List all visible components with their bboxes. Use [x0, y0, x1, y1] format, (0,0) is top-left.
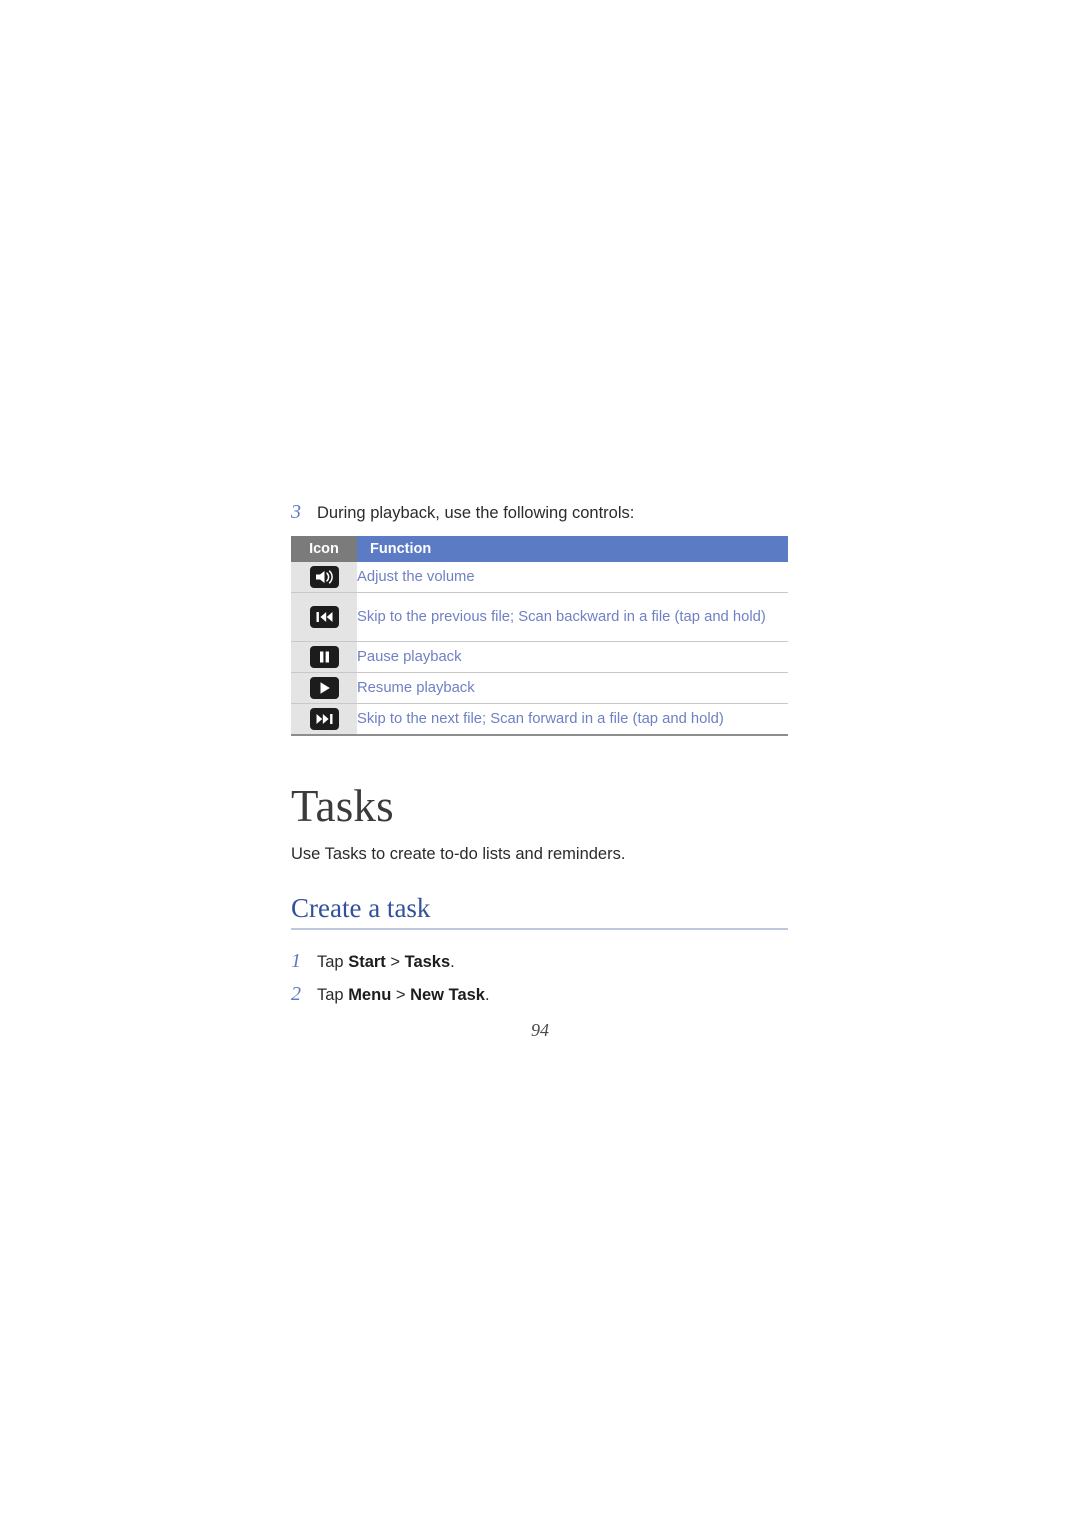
volume-speaker-icon [309, 566, 339, 589]
section-intro-text: Use Tasks to create to-do lists and remi… [291, 844, 626, 863]
pause-icon [309, 646, 339, 669]
step-suffix: . [450, 953, 455, 972]
step-text: Tap Menu > New Task. [317, 984, 490, 1006]
skip-next-icon [309, 708, 339, 731]
icon-cell [291, 641, 357, 673]
table-header-row: Icon Function [291, 536, 788, 563]
step-separator: > [391, 985, 411, 1004]
icon-cell [291, 562, 357, 593]
skip-previous-icon [309, 606, 339, 629]
step-text: During playback, use the following contr… [317, 504, 635, 522]
step-number: 3 [291, 501, 301, 523]
step-bold-start: Start [348, 953, 386, 972]
section-heading-tasks: Tasks [291, 781, 394, 832]
function-cell: Adjust the volume [357, 562, 788, 593]
step-bold-tasks: Tasks [404, 953, 451, 972]
playback-controls-table: Icon Function Adjust the volume Skip to … [291, 536, 788, 737]
table-row: Skip to the previous file; Scan backward… [291, 592, 788, 642]
page-content: 3 During playback, use the following con… [291, 500, 788, 1014]
step-number: 1 [291, 950, 301, 973]
play-icon [309, 677, 339, 700]
function-cell: Pause playback [357, 641, 788, 673]
step-prefix: Tap [317, 953, 349, 972]
table-row: Pause playback [291, 641, 788, 673]
step-number: 2 [291, 982, 301, 1005]
step-prefix: Tap [317, 985, 349, 1004]
create-task-steps: 1 Tap Start > Tasks. 2 Tap Menu > New Ta… [291, 949, 788, 1006]
step-bold-menu: Menu [348, 985, 392, 1004]
manual-page: 3 During playback, use the following con… [0, 0, 1080, 1528]
function-cell: Skip to the previous file; Scan backward… [357, 592, 788, 642]
table-row: Adjust the volume [291, 562, 788, 593]
icon-cell [291, 592, 357, 642]
icon-cell [291, 703, 357, 736]
step-separator: > [385, 953, 405, 972]
icon-cell [291, 672, 357, 704]
step-text: Tap Start > Tasks. [317, 951, 455, 973]
step-3-playback: 3 During playback, use the following con… [291, 500, 788, 524]
step-1-tap-start-tasks: 1 Tap Start > Tasks. [291, 949, 788, 973]
step-suffix: . [485, 985, 490, 1004]
function-cell: Skip to the next file; Scan forward in a… [357, 703, 788, 736]
column-header-function: Function [357, 536, 788, 563]
step-bold-new-task: New Task [410, 985, 485, 1004]
table-body: Adjust the volume Skip to the previous f… [291, 562, 788, 736]
function-cell: Resume playback [357, 672, 788, 704]
subsection-heading-create-a-task: Create a task [291, 893, 788, 931]
table-row: Resume playback [291, 672, 788, 704]
column-header-icon: Icon [291, 536, 357, 563]
page-number: 94 [531, 1020, 549, 1040]
step-2-tap-menu-new-task: 2 Tap Menu > New Task. [291, 982, 788, 1006]
table-row: Skip to the next file; Scan forward in a… [291, 703, 788, 736]
table-head: Icon Function [291, 536, 788, 563]
